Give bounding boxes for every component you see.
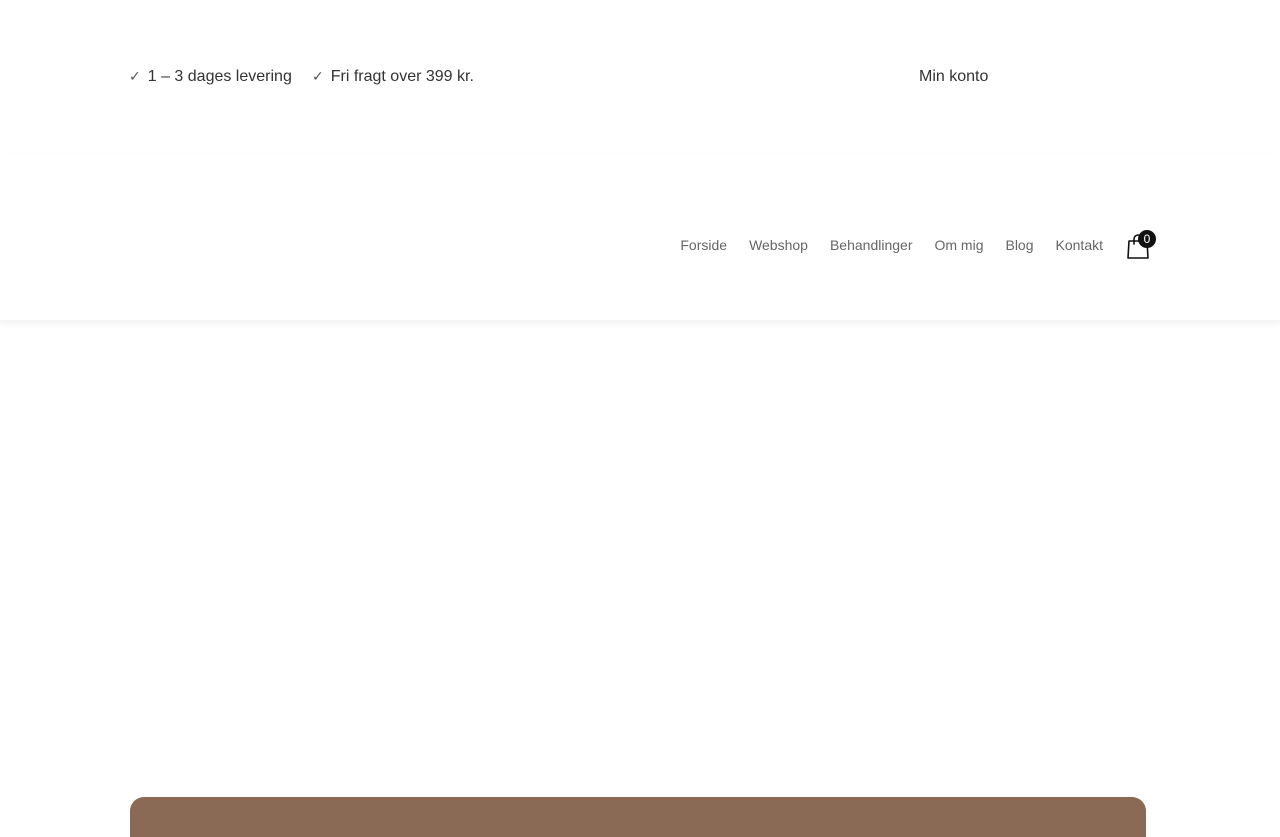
- nav-item-webshop[interactable]: Webshop: [749, 236, 808, 254]
- site-header: Forside Webshop Behandlinger Om mig Blog…: [0, 154, 1280, 321]
- check-icon: ✓: [312, 69, 324, 85]
- nav-item-forside[interactable]: Forside: [680, 236, 727, 254]
- usp-free-shipping-text: Fri fragt over 399 kr.: [330, 68, 474, 85]
- check-icon: ✓: [129, 69, 141, 85]
- top-info-bar: ✓ 1 – 3 dages levering ✓ Fri fragt over …: [0, 0, 1280, 154]
- usp-delivery: ✓ 1 – 3 dages levering: [129, 66, 292, 88]
- nav-item-om-mig[interactable]: Om mig: [934, 236, 983, 254]
- main-nav: Forside Webshop Behandlinger Om mig Blog…: [680, 236, 1103, 254]
- usp-free-shipping: ✓ Fri fragt over 399 kr.: [312, 66, 474, 88]
- nav-item-behandlinger[interactable]: Behandlinger: [830, 236, 913, 254]
- cart-button[interactable]: 0: [1126, 230, 1156, 260]
- nav-item-kontakt[interactable]: Kontakt: [1056, 236, 1103, 254]
- nav-item-blog[interactable]: Blog: [1005, 236, 1033, 254]
- usp-delivery-text: 1 – 3 dages levering: [147, 68, 292, 85]
- content-banner-edge: [130, 797, 1146, 837]
- my-account-link[interactable]: Min konto: [919, 66, 988, 88]
- cart-count-badge: 0: [1138, 230, 1156, 248]
